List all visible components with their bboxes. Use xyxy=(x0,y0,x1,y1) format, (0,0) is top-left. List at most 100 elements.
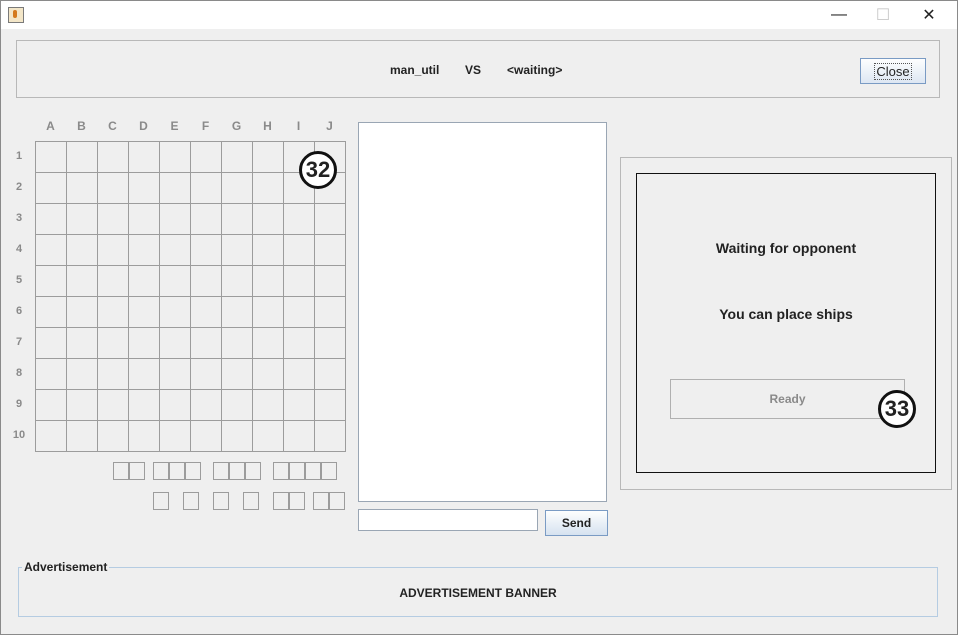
ship-segment[interactable] xyxy=(183,492,199,510)
board-cell[interactable] xyxy=(160,359,191,390)
board-cell[interactable] xyxy=(222,173,253,204)
board-cell[interactable] xyxy=(36,204,67,235)
ready-button[interactable]: Ready xyxy=(670,379,905,419)
board-cell[interactable] xyxy=(67,421,98,452)
board-cell[interactable] xyxy=(98,173,129,204)
board-cell[interactable] xyxy=(191,359,222,390)
board-cell[interactable] xyxy=(284,328,315,359)
board-cell[interactable] xyxy=(253,390,284,421)
board-cell[interactable] xyxy=(129,328,160,359)
board-cell[interactable] xyxy=(67,297,98,328)
board-cell[interactable] xyxy=(129,421,160,452)
board-cell[interactable] xyxy=(315,390,346,421)
board-cell[interactable] xyxy=(36,173,67,204)
board-cell[interactable] xyxy=(160,173,191,204)
board-cell[interactable] xyxy=(222,390,253,421)
ship-segment[interactable] xyxy=(129,462,145,480)
board-cell[interactable] xyxy=(253,266,284,297)
board-cell[interactable] xyxy=(160,390,191,421)
board-cell[interactable] xyxy=(284,359,315,390)
ship-segment[interactable] xyxy=(213,492,229,510)
ship-segment[interactable] xyxy=(213,462,229,480)
ship-segment[interactable] xyxy=(273,492,289,510)
board-cell[interactable] xyxy=(67,204,98,235)
board-cell[interactable] xyxy=(315,359,346,390)
board-cell[interactable] xyxy=(284,204,315,235)
board-cell[interactable] xyxy=(129,297,160,328)
board-cell[interactable] xyxy=(253,204,284,235)
board-cell[interactable] xyxy=(222,359,253,390)
chat-input[interactable] xyxy=(358,509,538,531)
board-cell[interactable] xyxy=(191,297,222,328)
ship-segment[interactable] xyxy=(313,492,329,510)
board-cell[interactable] xyxy=(98,235,129,266)
board-cell[interactable] xyxy=(36,142,67,173)
board-cell[interactable] xyxy=(191,235,222,266)
board-cell[interactable] xyxy=(98,297,129,328)
board-cell[interactable] xyxy=(222,204,253,235)
board-cell[interactable] xyxy=(98,142,129,173)
board-cell[interactable] xyxy=(253,235,284,266)
ship-segment[interactable] xyxy=(321,462,337,480)
board-cell[interactable] xyxy=(129,142,160,173)
board-cell[interactable] xyxy=(67,235,98,266)
board-cell[interactable] xyxy=(315,204,346,235)
board-cell[interactable] xyxy=(67,359,98,390)
board-cell[interactable] xyxy=(67,390,98,421)
board-cell[interactable] xyxy=(222,297,253,328)
board-cell[interactable] xyxy=(129,390,160,421)
ship-segment[interactable] xyxy=(289,492,305,510)
board-cell[interactable] xyxy=(315,297,346,328)
board-cell[interactable] xyxy=(98,328,129,359)
board-cell[interactable] xyxy=(284,390,315,421)
board-cell[interactable] xyxy=(222,266,253,297)
board-cell[interactable] xyxy=(98,421,129,452)
board-cell[interactable] xyxy=(191,266,222,297)
board-cell[interactable] xyxy=(222,142,253,173)
board-cell[interactable] xyxy=(160,297,191,328)
ship-segment[interactable] xyxy=(305,462,321,480)
board-cell[interactable] xyxy=(36,359,67,390)
board-cell[interactable] xyxy=(36,390,67,421)
board-cell[interactable] xyxy=(191,142,222,173)
board-cell[interactable] xyxy=(284,235,315,266)
board-cell[interactable] xyxy=(129,266,160,297)
ship-segment[interactable] xyxy=(169,462,185,480)
close-button[interactable]: Close xyxy=(860,58,926,84)
board-cell[interactable] xyxy=(315,235,346,266)
board-cell[interactable] xyxy=(315,266,346,297)
board-cell[interactable] xyxy=(36,297,67,328)
ship-segment[interactable] xyxy=(113,462,129,480)
board-cell[interactable] xyxy=(222,235,253,266)
board-cell[interactable] xyxy=(129,359,160,390)
board-cell[interactable] xyxy=(36,421,67,452)
board-cell[interactable] xyxy=(36,328,67,359)
board-cell[interactable] xyxy=(191,390,222,421)
board-cell[interactable] xyxy=(253,297,284,328)
board-cell[interactable] xyxy=(284,421,315,452)
ship-segment[interactable] xyxy=(243,492,259,510)
board-cell[interactable] xyxy=(67,173,98,204)
board-cell[interactable] xyxy=(160,421,191,452)
board-cell[interactable] xyxy=(98,390,129,421)
board-cell[interactable] xyxy=(222,328,253,359)
ship-segment[interactable] xyxy=(185,462,201,480)
board-cell[interactable] xyxy=(36,266,67,297)
ship-segment[interactable] xyxy=(153,492,169,510)
minimize-button[interactable]: — xyxy=(816,1,862,29)
board-cell[interactable] xyxy=(160,204,191,235)
board-cell[interactable] xyxy=(160,235,191,266)
board-cell[interactable] xyxy=(98,204,129,235)
ship-segment[interactable] xyxy=(229,462,245,480)
board-cell[interactable] xyxy=(160,142,191,173)
board-cell[interactable] xyxy=(160,266,191,297)
board-cell[interactable] xyxy=(284,297,315,328)
board-cell[interactable] xyxy=(129,173,160,204)
board-cell[interactable] xyxy=(253,328,284,359)
board-cell[interactable] xyxy=(253,359,284,390)
board-cell[interactable] xyxy=(284,266,315,297)
chat-log[interactable] xyxy=(358,122,607,502)
board-cell[interactable] xyxy=(67,266,98,297)
board-cell[interactable] xyxy=(222,421,253,452)
board-cell[interactable] xyxy=(253,142,284,173)
